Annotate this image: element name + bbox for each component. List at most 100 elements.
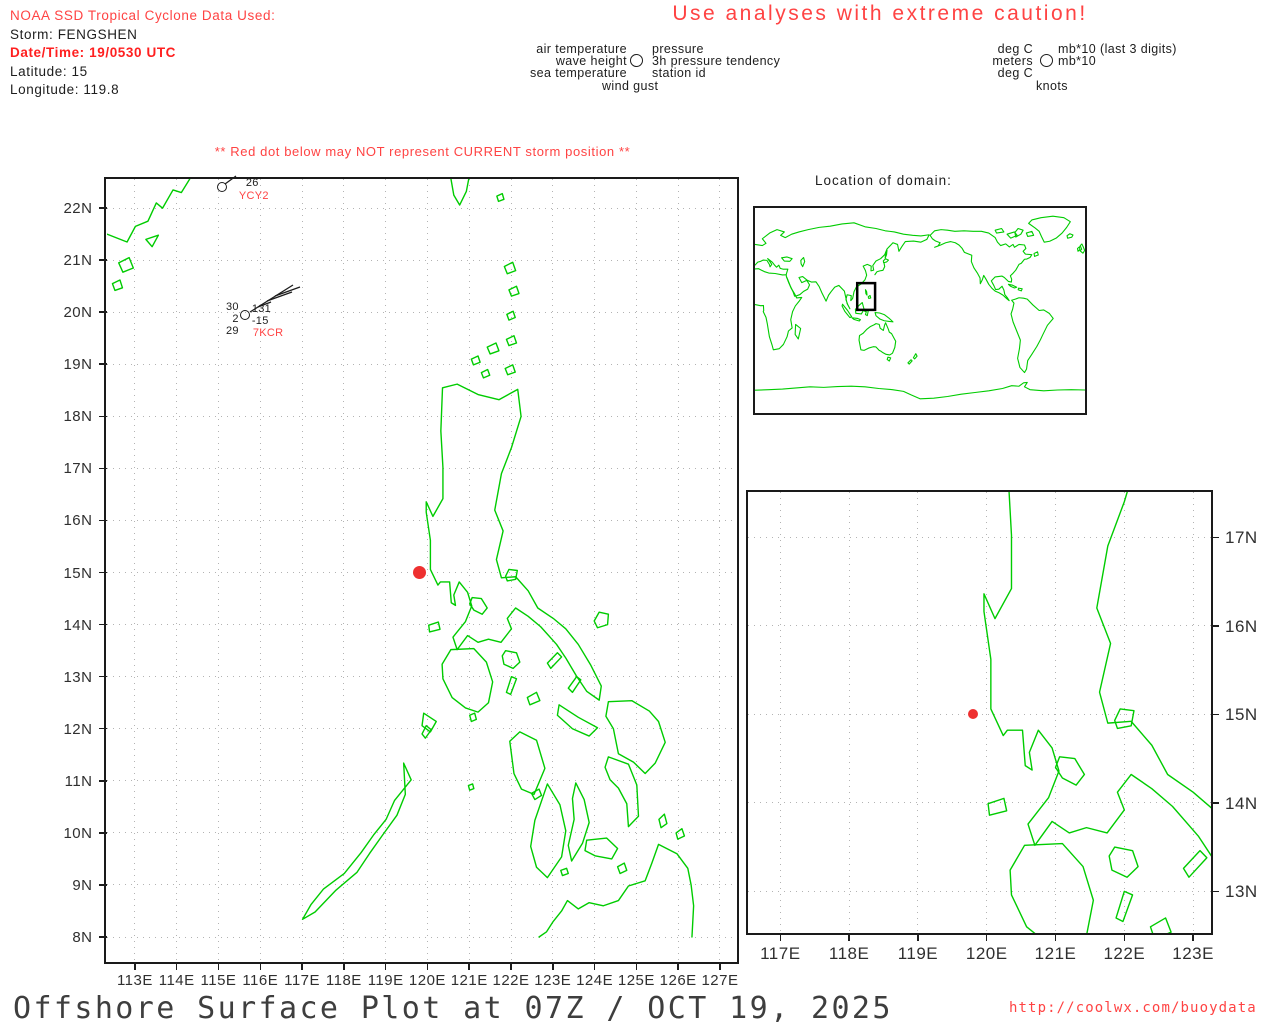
tick-mark-latitude	[1211, 713, 1219, 716]
storm-name-line: Storm: FENGSHEN	[10, 27, 138, 42]
station-pressure_tendency: -15	[251, 315, 269, 328]
latitude-axis-label: 22N	[63, 200, 93, 218]
tick-mark-latitude	[98, 415, 107, 418]
tick-mark-longitude	[510, 962, 512, 970]
domain-rectangle	[857, 283, 875, 310]
tick-mark-longitude	[134, 962, 136, 970]
tick-mark-latitude	[1211, 890, 1219, 893]
tick-mark-latitude	[1211, 625, 1219, 627]
latitude-axis-label: 14N	[1225, 793, 1258, 813]
latitude-axis-label: 18N	[63, 408, 93, 426]
wind-barb-icon	[249, 284, 301, 313]
latitude-axis-label: 9N	[72, 876, 93, 894]
longitude-line: Longitude: 119.8	[10, 82, 120, 97]
longitude-axis-label: 120E	[965, 944, 1008, 963]
longitude-axis-label: 122E	[1103, 944, 1146, 963]
tick-mark-longitude	[719, 962, 721, 970]
tick-mark-latitude	[98, 467, 107, 470]
tick-mark-latitude	[98, 727, 107, 730]
latitude-axis-label: 17N	[1225, 528, 1258, 548]
tick-mark-latitude	[98, 571, 107, 574]
latitude-axis-label: 21N	[63, 252, 93, 270]
caution-banner: Use analyses with extreme caution!	[672, 2, 1088, 25]
main-map-overlay: 30 2 29 131 -15 7KCR 26 YCY2	[107, 175, 738, 962]
station-sea_temp: 29	[225, 325, 239, 338]
station-wave_height: 2	[232, 313, 239, 326]
tick-mark-latitude	[98, 936, 107, 938]
tick-mark-longitude	[301, 962, 303, 970]
tick-mark-longitude	[1123, 933, 1126, 941]
tick-mark-longitude	[552, 962, 554, 970]
longitude-axis-label: 117E	[760, 944, 801, 963]
station-circle-icon	[630, 54, 643, 67]
tick-mark-longitude	[593, 962, 596, 970]
station-pressure: 26	[245, 177, 259, 190]
units-tendency: mb*10	[1058, 54, 1097, 68]
tick-mark-latitude	[98, 884, 107, 886]
longitude-axis-label: 123E	[1172, 944, 1214, 963]
tick-mark-latitude	[98, 363, 107, 365]
latitude-axis-label: 14N	[63, 616, 93, 634]
zoom-map-overlay	[748, 492, 1211, 933]
tick-mark-latitude	[98, 259, 107, 261]
tick-mark-longitude	[848, 933, 850, 941]
storm-position-dot	[412, 566, 426, 580]
latitude-axis-label: 13N	[1225, 882, 1258, 902]
tick-mark-longitude	[217, 962, 220, 970]
tick-mark-longitude	[426, 962, 429, 970]
station-id: 7KCR	[252, 327, 284, 340]
tick-mark-longitude	[635, 962, 638, 970]
tick-mark-latitude	[98, 832, 107, 834]
plot-title: Offshore Surface Plot at 07Z / OCT 19, 2…	[13, 991, 893, 1024]
tick-mark-longitude	[917, 933, 919, 941]
tick-mark-longitude	[343, 962, 345, 970]
station-pressure: 131	[251, 303, 272, 316]
legend-sea-temperature: sea temperature	[529, 66, 627, 80]
tick-mark-latitude	[98, 623, 107, 626]
tick-mark-latitude	[98, 675, 107, 678]
longitude-axis-label: 121E	[1034, 944, 1077, 963]
station-air_temp: 30	[225, 301, 239, 314]
tick-mark-latitude	[1211, 802, 1219, 804]
world-map	[755, 215, 1085, 400]
storm-position-warning: ** Red dot below may NOT represent CURRE…	[214, 144, 631, 159]
latitude-axis-label: 19N	[63, 356, 93, 374]
credit-url: http://coolwx.com/buoydata	[1009, 1000, 1257, 1016]
station-id: YCY2	[238, 190, 269, 203]
units-gust: knots	[1036, 79, 1068, 93]
zoom-map	[748, 492, 1211, 933]
latitude-axis-label: 17N	[63, 460, 93, 478]
latitude-axis-label: 16N	[63, 512, 93, 530]
units-sea: deg C	[997, 66, 1033, 80]
longitude-axis-label: 127E	[701, 972, 739, 989]
tick-mark-longitude	[468, 962, 470, 970]
offshore-surface-plot-page: NOAA SSD Tropical Cyclone Data Used: Sto…	[0, 0, 1280, 1024]
latitude-axis-label: 12N	[63, 720, 93, 738]
tick-mark-latitude	[1211, 536, 1219, 539]
wind-barb-icon	[224, 175, 237, 185]
tick-mark-longitude	[1192, 933, 1194, 941]
latitude-axis-label: 10N	[63, 824, 93, 842]
latitude-axis-label: 16N	[1225, 616, 1258, 636]
tick-mark-longitude	[259, 962, 262, 970]
legend-station-id: station id	[652, 66, 707, 80]
legend-wind-gust: wind gust	[602, 79, 659, 93]
tick-mark-latitude	[98, 207, 107, 209]
noaa-data-source-line: NOAA SSD Tropical Cyclone Data Used:	[10, 8, 276, 23]
tick-mark-latitude	[98, 780, 107, 782]
tick-mark-longitude	[384, 962, 387, 970]
inset-title: Location of domain:	[815, 173, 952, 188]
latitude-axis-label: 11N	[64, 772, 93, 790]
latitude-axis-label: 15N	[1225, 705, 1258, 725]
tick-mark-latitude	[98, 311, 107, 313]
tick-mark-latitude	[98, 519, 107, 522]
tick-mark-longitude	[677, 962, 679, 970]
tick-mark-longitude	[1054, 933, 1057, 941]
longitude-axis-label: 118E	[828, 944, 870, 963]
storm-position-dot-zoom	[967, 709, 978, 720]
tick-mark-longitude	[985, 933, 988, 941]
longitude-axis-label: 119E	[897, 944, 939, 963]
datetime-line: Date/Time: 19/0530 UTC	[10, 45, 177, 60]
latitude-line: Latitude: 15	[10, 64, 88, 79]
main-map: 30 2 29 131 -15 7KCR 26 YCY2	[106, 175, 738, 962]
